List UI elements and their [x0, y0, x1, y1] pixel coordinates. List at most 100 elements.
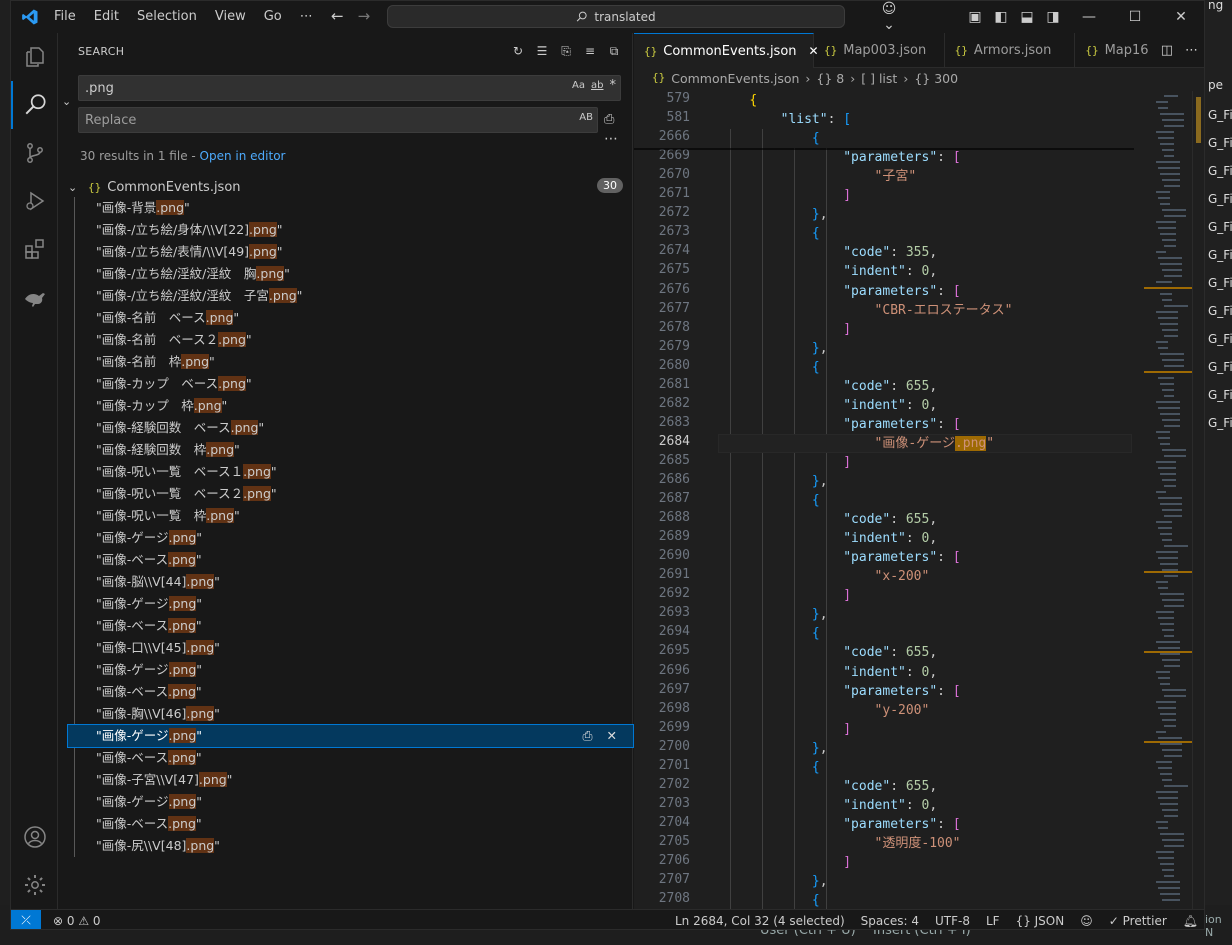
minimize-button[interactable]: — [1066, 1, 1112, 33]
refresh-icon[interactable]: ↻ [510, 43, 526, 59]
menu-item[interactable]: Go [255, 1, 291, 33]
search-result-item[interactable]: "画像-名前 ベース.png" [68, 307, 633, 329]
copilot-status-icon[interactable]: ☺ [1080, 914, 1093, 928]
code-line[interactable]: { [718, 624, 820, 643]
toggle-primary-sidebar-icon[interactable]: ◧ [988, 9, 1014, 25]
code-line[interactable]: ] [718, 186, 851, 205]
replace-result-icon[interactable]: ⎙ [583, 725, 593, 747]
search-result-item[interactable]: "画像-口\\V[45].png" [68, 637, 633, 659]
code-line[interactable]: ] [718, 853, 851, 872]
match-whole-word-toggle[interactable]: ab [591, 80, 603, 93]
code-line[interactable]: }, [718, 739, 828, 758]
code-line[interactable]: { [718, 358, 820, 377]
run-debug-icon[interactable] [11, 177, 58, 225]
code-line[interactable]: "parameters": [ [718, 548, 960, 567]
search-result-item[interactable]: "画像-ベース.png" [68, 681, 633, 703]
search-result-item[interactable]: "画像-カップ 枠.png" [68, 395, 633, 417]
menu-item[interactable]: View [206, 1, 255, 33]
toggle-panel-icon[interactable]: ⬓ [1014, 9, 1040, 25]
settings-gear-icon[interactable] [11, 861, 58, 909]
view-as-tree-icon[interactable]: ≡ [582, 43, 598, 59]
close-window-button[interactable]: ✕ [1158, 1, 1204, 33]
search-result-item[interactable]: "画像-ベース.png" [68, 549, 633, 571]
search-result-item[interactable]: "画像-ゲージ.png" [68, 593, 633, 615]
code-line[interactable]: { [718, 758, 820, 777]
search-result-item[interactable]: "画像-/立ち絵/身体/\\V[22].png" [68, 219, 633, 241]
search-view-icon[interactable] [11, 81, 58, 129]
search-result-item[interactable]: "画像-/立ち絵/淫紋/淫紋 胸.png" [68, 263, 633, 285]
search-result-item[interactable]: "画像-経験回数 枠.png" [68, 439, 633, 461]
problems-indicator[interactable]: ⊗ 0 ⚠ 0 [53, 914, 101, 928]
code-line[interactable]: "indent": 0, [718, 663, 937, 682]
code-line[interactable]: }, [718, 205, 828, 224]
collapse-all-icon[interactable]: ⧉ [606, 43, 622, 59]
code-line[interactable]: { [718, 491, 820, 510]
language-mode[interactable]: {} JSON [1016, 914, 1065, 928]
back-arrow-icon[interactable]: ← [331, 7, 344, 25]
menu-item[interactable]: Selection [128, 1, 206, 33]
search-result-item[interactable]: "画像-名前 枠.png" [68, 351, 633, 373]
search-result-item[interactable]: "画像-ゲージ.png" ⎙ ✕ [67, 724, 634, 748]
accounts-icon[interactable] [11, 813, 58, 861]
replace-input[interactable]: Replace AB [78, 107, 598, 133]
match-case-toggle[interactable]: Aa [572, 80, 585, 93]
menu-item[interactable]: File [45, 1, 85, 33]
toggle-replace-chevron-icon[interactable]: ⌄ [62, 95, 71, 108]
code-line[interactable]: ] [718, 720, 851, 739]
search-result-item[interactable]: "画像-ゲージ.png" [68, 659, 633, 681]
search-result-item[interactable]: "画像-ベース.png" [68, 747, 633, 769]
code-line[interactable]: "code": 655, [718, 643, 937, 662]
search-result-item[interactable]: "画像-ベース.png" [68, 615, 633, 637]
code-line[interactable]: }, [718, 605, 828, 624]
search-result-item[interactable]: "画像-背景.png" [68, 197, 633, 219]
search-input[interactable]: .png Aa ab * [78, 75, 621, 101]
customize-layout-icon[interactable]: ▣ [962, 9, 988, 25]
editor-tab[interactable]: {} Map003.json [814, 33, 945, 68]
code-line[interactable]: { [718, 224, 820, 243]
code-line[interactable]: "parameters": [ [718, 815, 960, 834]
end-of-line[interactable]: LF [986, 914, 1000, 928]
code-line[interactable]: "code": 655, [718, 777, 937, 796]
code-editor[interactable]: 579 {581 "list": [2666 {2669 "parameters… [634, 91, 1144, 909]
use-regex-toggle[interactable]: * [610, 78, 617, 93]
open-in-editor-link[interactable]: Open in editor [200, 149, 286, 163]
breadcrumb-item[interactable]: {} 300 [914, 71, 958, 86]
indentation[interactable]: Spaces: 4 [861, 914, 919, 928]
code-line[interactable]: "y-200" [718, 701, 930, 720]
search-result-item[interactable]: "画像-カップ ベース.png" [68, 373, 633, 395]
search-result-item[interactable]: "画像-尻\\V[48].png" [68, 835, 633, 857]
kangaroo-extension-icon[interactable] [11, 273, 58, 321]
new-search-editor-icon[interactable]: ⎘ [558, 43, 574, 59]
search-result-item[interactable]: "画像-ベース.png" [68, 813, 633, 835]
search-result-item[interactable]: "画像-/立ち絵/表情/\\V[49].png" [68, 241, 633, 263]
code-line[interactable]: "indent": 0, [718, 262, 937, 281]
code-line[interactable]: { [718, 91, 757, 110]
code-line[interactable]: "透明度-100" [718, 834, 961, 853]
search-result-item[interactable]: "画像-胸\\V[46].png" [68, 703, 633, 725]
split-editor-icon[interactable]: ◫ [1161, 43, 1173, 58]
search-result-item[interactable]: "画像-/立ち絵/淫紋/淫紋 子宮.png" [68, 285, 633, 307]
code-line[interactable]: "parameters": [ [718, 415, 960, 434]
code-line[interactable]: }, [718, 472, 828, 491]
command-center[interactable]: translated [387, 5, 845, 28]
extensions-icon[interactable] [11, 225, 58, 273]
source-control-icon[interactable] [11, 129, 58, 177]
code-line[interactable]: "parameters": [ [718, 282, 960, 301]
minimap[interactable] [1144, 91, 1194, 909]
code-line[interactable]: "画像-ゲージ.png" [718, 434, 994, 453]
code-line[interactable]: }, [718, 872, 828, 891]
search-result-item[interactable]: "画像-子宮\\V[47].png" [68, 769, 633, 791]
dismiss-result-icon[interactable]: ✕ [607, 725, 617, 747]
cursor-position[interactable]: Ln 2684, Col 32 (4 selected) [675, 914, 845, 928]
search-result-item[interactable]: "画像-ゲージ.png" [68, 527, 633, 549]
code-line[interactable]: }, [718, 339, 828, 358]
code-line[interactable]: "parameters": [ [718, 148, 960, 167]
code-line[interactable]: "list": [ [718, 110, 851, 129]
encoding[interactable]: UTF-8 [935, 914, 970, 928]
breadcrumb-item[interactable]: CommonEvents.json [671, 71, 799, 86]
code-line[interactable]: { [718, 891, 820, 910]
breadcrumb-item[interactable]: {} 8 [816, 71, 844, 86]
search-result-item[interactable]: "画像-名前 ベース２.png" [68, 329, 633, 351]
search-result-item[interactable]: "画像-呪い一覧 枠.png" [68, 505, 633, 527]
preserve-case-toggle[interactable]: AB [579, 112, 593, 123]
